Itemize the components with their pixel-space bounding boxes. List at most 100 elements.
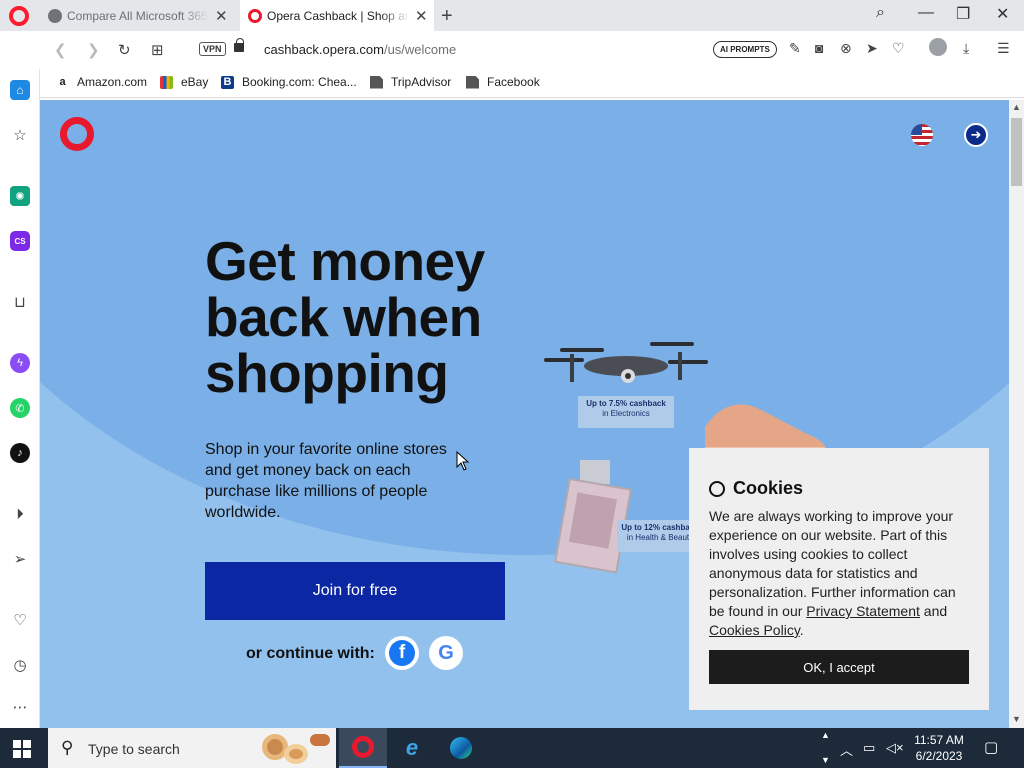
bookmark-amazon[interactable]: a Amazon.com xyxy=(56,75,147,89)
scroll-down-arrow[interactable]: ▼ xyxy=(1012,714,1021,724)
back-icon[interactable]: ❮ xyxy=(54,41,67,59)
messenger-icon[interactable]: ϟ xyxy=(10,353,30,373)
cookie-icon xyxy=(709,480,725,497)
page-icon xyxy=(466,75,479,89)
chatsonic-icon[interactable]: CS xyxy=(10,231,30,251)
opera-logo[interactable] xyxy=(60,117,94,151)
volume-muted-icon[interactable]: ◁× xyxy=(886,740,904,756)
scroll-up-arrow[interactable]: ▲ xyxy=(1012,102,1021,112)
bookmark-facebook[interactable]: Facebook xyxy=(466,75,540,89)
amazon-icon: a xyxy=(59,76,66,88)
vpn-badge[interactable]: VPN xyxy=(199,42,226,56)
privacy-statement-link[interactable]: Privacy Statement xyxy=(806,603,920,619)
edit-icon[interactable]: ✎ xyxy=(789,40,801,57)
sidebar: ⌂ ☆ ✺ CS ⊔ ϟ ✆ ♪ ⏵ ➢ ♡ ◷ ⋯ xyxy=(0,69,40,728)
taskbar-search[interactable]: ⚲ Type to search xyxy=(48,728,336,768)
bookmarks-bar: a Amazon.com eBay B Booking.com: Chea...… xyxy=(40,69,1024,98)
scroll-down-icon[interactable]: ▼ xyxy=(821,755,830,765)
donut-icon xyxy=(310,734,330,746)
chatgpt-icon[interactable]: ✺ xyxy=(10,186,30,206)
system-clock[interactable]: 11:57 AM 6/2/2023 xyxy=(904,732,974,764)
opera-icon xyxy=(248,8,262,23)
google-icon: G xyxy=(438,641,454,664)
bookmark-booking[interactable]: B Booking.com: Chea... xyxy=(221,75,357,89)
login-icon[interactable]: ➜ xyxy=(964,123,988,147)
cookie-dialog: Cookies We are always working to improve… xyxy=(689,448,989,710)
ebay-icon xyxy=(160,75,173,89)
globe-icon xyxy=(48,8,62,23)
close-window-button[interactable]: ✕ xyxy=(996,4,1009,24)
reload-icon[interactable]: ↻ xyxy=(118,41,131,59)
shopping-bag-icon[interactable]: ⊔ xyxy=(10,292,30,312)
accept-cookies-button[interactable]: OK, I accept xyxy=(709,650,969,684)
page-icon xyxy=(370,75,383,89)
tiktok-icon[interactable]: ♪ xyxy=(10,443,30,463)
taskbar-internet-explorer[interactable]: e xyxy=(388,728,436,768)
more-icon[interactable]: ⋯ xyxy=(10,697,30,717)
mouse-cursor xyxy=(456,451,470,471)
easy-setup-icon[interactable]: ☰ xyxy=(997,40,1010,57)
opera-icon xyxy=(352,736,374,758)
tab-bar: Compare All Microsoft 365 ✕ Opera Cashba… xyxy=(0,0,1024,31)
tab-opera-cashback[interactable]: Opera Cashback | Shop and ✕ xyxy=(240,0,434,31)
windows-start-button[interactable] xyxy=(13,740,31,758)
tab-search-icon[interactable]: ⌕ xyxy=(876,4,885,22)
cookies-policy-link[interactable]: Cookies Policy xyxy=(709,622,800,638)
player-icon[interactable]: ⏵ xyxy=(10,504,30,524)
join-button[interactable]: Join for free xyxy=(205,562,505,620)
close-tab-icon[interactable]: ✕ xyxy=(415,7,428,25)
search-icon: ⚲ xyxy=(61,738,74,757)
facebook-login-button[interactable]: f xyxy=(385,636,419,670)
history-icon[interactable]: ◷ xyxy=(10,655,30,675)
taskbar-opera[interactable] xyxy=(339,728,387,768)
scroll-up-icon[interactable]: ▲ xyxy=(821,730,830,740)
heart-icon[interactable]: ♡ xyxy=(892,40,905,57)
heart-icon[interactable]: ♡ xyxy=(10,610,30,630)
lock-icon[interactable] xyxy=(234,38,244,52)
bookmark-tripadvisor[interactable]: TripAdvisor xyxy=(370,75,451,89)
download-icon[interactable]: ⤓ xyxy=(963,40,969,57)
windows-taskbar: ⚲ Type to search e ▲ ▼ ︿ ▭ ◁× 11:57 AM 6… xyxy=(0,728,1024,768)
us-flag-icon[interactable] xyxy=(911,124,933,146)
home-icon[interactable]: ⌂ xyxy=(10,80,30,100)
taskbar-edge[interactable] xyxy=(437,728,485,768)
drone-image xyxy=(544,342,708,383)
hero-subtext: Shop in your favorite online stores and … xyxy=(205,441,447,521)
send-icon[interactable]: ➢ xyxy=(10,549,30,569)
cookie-text: We are always working to improve your ex… xyxy=(709,508,956,638)
donut-icon xyxy=(284,744,308,764)
minimize-button[interactable]: — xyxy=(918,4,934,22)
perfume-image xyxy=(554,460,633,574)
address-bar: ❮ ❯ ↻ ⊞ VPN cashback.opera.com/us/welcom… xyxy=(40,31,1024,69)
profile-avatar[interactable] xyxy=(929,38,947,56)
star-icon[interactable]: ☆ xyxy=(10,125,30,145)
new-tab-button[interactable]: + xyxy=(441,5,453,28)
page-scrollbar[interactable]: ▲ ▼ xyxy=(1009,100,1024,728)
show-hidden-icons[interactable]: ︿ xyxy=(840,740,853,759)
send-icon[interactable]: ➤ xyxy=(866,40,878,57)
ai-prompts-button[interactable]: AI PROMPTS xyxy=(713,41,777,58)
booking-icon: B xyxy=(221,75,234,89)
bookmark-ebay[interactable]: eBay xyxy=(160,75,208,89)
facebook-icon: f xyxy=(389,640,415,666)
edge-icon xyxy=(450,737,472,759)
google-login-button[interactable]: G xyxy=(429,636,463,670)
forward-icon[interactable]: ❯ xyxy=(87,41,100,59)
ie-icon: e xyxy=(405,735,419,760)
url-field[interactable]: cashback.opera.com/us/welcome xyxy=(264,42,456,57)
opera-menu-icon[interactable] xyxy=(9,6,29,26)
network-icon[interactable]: ▭ xyxy=(863,740,875,756)
cookie-title: Cookies xyxy=(709,478,803,499)
tab-compare-microsoft[interactable]: Compare All Microsoft 365 ✕ xyxy=(40,0,240,31)
notifications-icon[interactable]: ▢ xyxy=(984,738,998,756)
scrollbar-thumb[interactable] xyxy=(1011,118,1022,186)
tabs-grid-icon[interactable]: ⊞ xyxy=(151,41,164,59)
cashback-tag-electronics: Up to 7.5% cashback in Electronics xyxy=(578,396,674,428)
whatsapp-icon[interactable]: ✆ xyxy=(10,398,30,418)
close-tab-icon[interactable]: ✕ xyxy=(215,7,228,25)
camera-icon[interactable]: ◙ xyxy=(815,40,823,56)
hero-headline: Get money back when shopping xyxy=(205,230,485,404)
block-icon[interactable]: ⊗ xyxy=(840,40,852,57)
continue-with-label: or continue with: xyxy=(246,645,375,662)
maximize-button[interactable]: ❐ xyxy=(956,4,970,24)
